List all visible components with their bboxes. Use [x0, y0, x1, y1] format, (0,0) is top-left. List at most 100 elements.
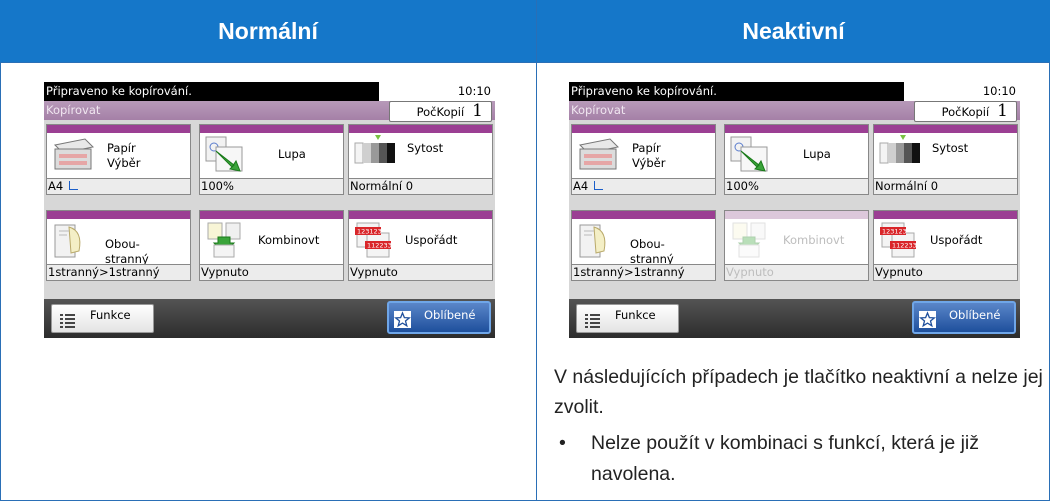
tile-label: Uspořádt — [405, 233, 458, 247]
clock: 10:10 — [457, 84, 491, 98]
duplex-icon — [579, 224, 606, 258]
collate-icon: 123123 112233 — [880, 222, 917, 258]
copies-count: 1 — [472, 101, 483, 121]
copy-panel-normal: Připraveno ke kopírování. 10:10 Kopírova… — [44, 82, 495, 338]
tile-density[interactable]: Sytost Normální 0 — [873, 124, 1018, 195]
header-normal: Normální — [0, 0, 536, 62]
tile-density[interactable]: Sytost Normální 0 — [348, 124, 493, 195]
functions-button[interactable]: Funkce — [576, 304, 679, 333]
functions-label: Funkce — [615, 308, 656, 322]
tile-value: Vypnuto — [874, 264, 1017, 280]
tile-label: Obou- — [105, 237, 140, 251]
star-icon — [394, 311, 411, 328]
tile-label: Lupa — [803, 147, 831, 161]
favorites-button[interactable]: Oblíbené — [387, 301, 491, 334]
tile-label: Papír — [107, 141, 136, 155]
list-icon — [585, 314, 600, 328]
list-icon — [60, 314, 75, 328]
header-divider — [0, 62, 1050, 63]
tile-duplex[interactable]: Obou- stranný 1stranný>1stranný — [46, 210, 191, 281]
tile-accent — [725, 211, 868, 219]
tile-accent — [200, 211, 343, 219]
collate-badge-112: 112233 — [367, 242, 392, 250]
tile-value: Normální 0 — [874, 178, 1017, 194]
tile-value: Vypnuto — [725, 264, 868, 280]
tile-label-2: Výběr — [107, 156, 141, 170]
tile-label: Kombinovt — [258, 233, 320, 247]
copies-label: PočKopií — [941, 104, 990, 119]
collate-badge-112: 112233 — [892, 242, 917, 250]
tile-value: Vypnuto — [200, 264, 343, 280]
status-bar: Připraveno ke kopírování. 10:10 — [44, 82, 495, 101]
tile-value: A4 — [572, 178, 715, 194]
note-paragraph: V následujících případech je tlačítko ne… — [554, 366, 1043, 418]
tile-label: Lupa — [278, 147, 306, 161]
tile-collate[interactable]: 123123 112233 Uspořádt Vypnuto — [348, 210, 493, 281]
duplex-icon — [54, 224, 81, 258]
tile-label: Kombinovt — [783, 233, 845, 247]
collate-badge-123: 123123 — [882, 228, 907, 236]
tile-paper-selection[interactable]: Papír Výběr A4 — [46, 124, 191, 195]
paper-orientation-icon — [68, 181, 78, 190]
zoom-icon — [730, 136, 768, 172]
tile-label: Obou- — [630, 237, 665, 251]
tile-label: Sytost — [407, 141, 444, 155]
favorites-button[interactable]: Oblíbené — [912, 301, 1016, 334]
tile-value: 100% — [200, 178, 343, 194]
status-message: Připraveno ke kopírování. — [44, 82, 379, 101]
copy-panel-inactive: Připraveno ke kopírování. 10:10 Kopírova… — [569, 82, 1020, 338]
screen-title: Kopírovat — [46, 103, 101, 117]
functions-button[interactable]: Funkce — [51, 304, 154, 333]
tile-accent — [47, 125, 190, 133]
tile-duplex[interactable]: Obou- stranný 1stranný>1stranný — [571, 210, 716, 281]
clock: 10:10 — [982, 84, 1016, 98]
favorites-label: Oblíbené — [949, 308, 1001, 322]
star-icon — [919, 311, 936, 328]
density-icon — [354, 135, 395, 164]
favorites-label: Oblíbené — [424, 308, 476, 322]
tile-value: Normální 0 — [349, 178, 492, 194]
tile-accent — [874, 125, 1017, 133]
tile-accent — [572, 125, 715, 133]
combine-icon — [732, 222, 766, 258]
tile-value: 100% — [725, 178, 868, 194]
tile-label: Papír — [632, 141, 661, 155]
column-divider — [536, 0, 537, 501]
tile-combine: Kombinovt Vypnuto — [724, 210, 869, 281]
tile-collate[interactable]: 123123 112233 Uspořádt Vypnuto — [873, 210, 1018, 281]
collate-icon: 123123 112233 — [355, 222, 392, 258]
tile-label: Sytost — [932, 141, 969, 155]
paper-tray-icon — [578, 138, 620, 170]
tile-accent — [725, 125, 868, 133]
bullet-text: Nelze použít v kombinaci s funkcí, která… — [591, 432, 979, 485]
tile-accent — [200, 125, 343, 133]
functions-label: Funkce — [90, 308, 131, 322]
paper-tray-icon — [53, 138, 95, 170]
header-inactive: Neaktivní — [537, 0, 1050, 62]
copies-button[interactable]: PočKopií 1 — [389, 101, 492, 122]
tile-value: Vypnuto — [349, 264, 492, 280]
copies-count: 1 — [997, 101, 1008, 121]
copies-button[interactable]: PočKopií 1 — [914, 101, 1017, 122]
tile-accent — [349, 211, 492, 219]
tile-accent — [874, 211, 1017, 219]
tile-zoom[interactable]: Lupa 100% — [724, 124, 869, 195]
tile-label: Uspořádt — [930, 233, 983, 247]
tile-value: A4 — [47, 178, 190, 194]
tile-accent — [47, 211, 190, 219]
screen-title: Kopírovat — [571, 103, 626, 117]
density-icon — [879, 135, 920, 164]
combine-icon — [207, 222, 241, 258]
tile-paper-selection[interactable]: Papír Výběr A4 — [571, 124, 716, 195]
tile-zoom[interactable]: Lupa 100% — [199, 124, 344, 195]
paper-orientation-icon — [593, 181, 603, 190]
copies-label: PočKopií — [416, 104, 465, 119]
tile-label-2: Výběr — [632, 156, 666, 170]
bullet-marker: • — [559, 432, 566, 454]
zoom-icon — [205, 136, 243, 172]
collate-badge-123: 123123 — [357, 228, 382, 236]
tile-accent — [572, 211, 715, 219]
tile-value: 1stranný>1stranný — [572, 264, 715, 280]
status-message: Připraveno ke kopírování. — [569, 82, 904, 101]
tile-combine[interactable]: Kombinovt Vypnuto — [199, 210, 344, 281]
